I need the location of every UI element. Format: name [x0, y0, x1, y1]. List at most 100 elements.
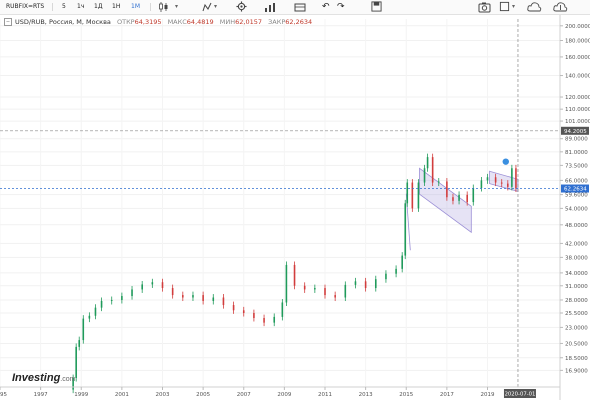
candle-body: [511, 168, 513, 187]
price-tick-label: 16.9000: [565, 368, 588, 374]
candle-body: [285, 264, 288, 303]
time-axis[interactable]: 1995 1997 1999 2001 2003 2005 2007 2009 2011 2013…: [0, 386, 560, 398]
candle-body: [344, 284, 347, 298]
candle-body: [385, 273, 387, 280]
price-tick-label: 54.0000: [565, 206, 588, 212]
logo-suffix: .com: [60, 376, 76, 383]
candle-body: [78, 340, 81, 347]
time-tick-label: 2019: [481, 392, 495, 398]
time-tick-label: 2017: [440, 392, 454, 398]
candle-body: [437, 181, 440, 183]
indicators-icon[interactable]: [264, 0, 276, 14]
candles: [72, 153, 517, 394]
price-tick-label: 23.0000: [565, 325, 588, 331]
candle-body: [171, 288, 174, 296]
open-label: ОТКР: [116, 18, 135, 26]
candle-body: [141, 284, 143, 290]
time-tick-label: 2013: [359, 392, 373, 398]
candle-body: [404, 203, 407, 256]
price-chart[interactable]: 94.20052020-07-0162.2634 200.0000180.000…: [0, 15, 590, 400]
toolbar: RUBFIX=RTS 5 1ч 1Д 1Н 1М ▾ ▾ ↶ ↷ ▾: [0, 0, 590, 15]
time-tick-label: 1999: [74, 392, 88, 398]
candle-body: [486, 177, 489, 181]
candle-body: [411, 182, 414, 209]
settings-icon[interactable]: [236, 0, 247, 14]
candlestick-icon[interactable]: [158, 0, 170, 14]
candle-body: [192, 295, 194, 298]
cloud-download-icon[interactable]: [527, 0, 542, 14]
candle-body: [334, 295, 336, 298]
candle-body: [324, 288, 326, 296]
line-style-icon[interactable]: [201, 0, 213, 14]
camera-icon[interactable]: [478, 0, 491, 14]
candle-body: [515, 168, 517, 189]
close-value: 62,2634: [285, 18, 313, 26]
chevron-down-icon[interactable]: ▾: [512, 0, 515, 14]
price-tick-label: 34.0000: [565, 271, 588, 277]
candle-body: [242, 310, 245, 314]
candle-body: [253, 313, 255, 319]
candle-body: [406, 182, 409, 204]
candle-body: [500, 182, 503, 184]
bar-chart-icon[interactable]: [294, 0, 306, 14]
cloud-upload-icon[interactable]: [553, 0, 568, 14]
candle-body: [161, 282, 164, 289]
interval-button[interactable]: 1ч: [77, 0, 84, 14]
chevron-down-icon[interactable]: ▾: [175, 0, 178, 14]
interval-button[interactable]: 1Д: [94, 0, 103, 14]
price-tick-label: 31.0000: [565, 284, 588, 290]
candle-body: [426, 157, 429, 169]
price-tick-label: 89.0000: [565, 137, 588, 143]
candle-body: [354, 281, 357, 285]
price-tick-label: 140.0000: [565, 74, 590, 80]
price-axis[interactable]: 200.0000 180.0000 160.0000 140.0000 120.0000…: [559, 15, 590, 400]
collapse-icon[interactable]: −: [4, 18, 12, 26]
candle-body: [88, 315, 91, 319]
price-tick-label: 200.0000: [565, 24, 590, 30]
price-tick-label: 180.0000: [565, 38, 590, 44]
price-tick-label: 42.0000: [565, 241, 588, 247]
interval-button[interactable]: 5: [62, 0, 66, 14]
fullscreen-icon[interactable]: [499, 0, 510, 14]
candle-body: [446, 181, 448, 198]
interval-button-active[interactable]: 1М: [131, 0, 140, 14]
symbol-selector[interactable]: RUBFIX=RTS: [6, 0, 44, 14]
candle-body: [458, 194, 460, 201]
candle-body: [431, 157, 434, 183]
candle-body: [281, 302, 284, 317]
price-tick-label: 20.5000: [565, 341, 588, 347]
price-tick-label: 160.0000: [565, 55, 590, 61]
redo-icon[interactable]: ↷: [337, 0, 345, 14]
candle-body: [423, 168, 426, 183]
candle-body: [314, 288, 316, 290]
time-tick-label: 2015: [399, 392, 413, 398]
price-tick-label: 38.0000: [565, 255, 588, 261]
interval-button[interactable]: 1Н: [112, 0, 120, 14]
toolbar-divider: [52, 3, 53, 11]
descending-channel-drawing[interactable]: [405, 158, 519, 251]
chevron-down-icon[interactable]: ▾: [214, 0, 217, 14]
logo-text: Investing: [12, 372, 61, 384]
candle-body: [151, 282, 154, 285]
time-tick-label: 2011: [318, 392, 332, 398]
price-tick-label: 59.6000: [565, 193, 588, 199]
save-icon[interactable]: [371, 0, 382, 14]
candle-body: [232, 305, 235, 311]
time-tick-label: 2009: [277, 392, 291, 398]
time-tick-label: 1997: [34, 392, 48, 398]
high-value: 64,4819: [186, 18, 214, 26]
undo-icon[interactable]: ↶: [322, 0, 330, 14]
price-tick-label: 28.0000: [565, 298, 588, 304]
series-legend: − USD/RUB, Россия, M, Москва ОТКР64,3195 …: [4, 18, 312, 26]
open-value: 64,3195: [134, 18, 162, 26]
candle-body: [94, 307, 97, 316]
price-tick-label: 66.0000: [565, 178, 588, 184]
candle-body: [494, 177, 497, 183]
price-tick-label: 48.0000: [565, 223, 588, 229]
candle-body: [273, 316, 276, 323]
candle-body: [364, 281, 367, 289]
crosshair-price-label: 94.2005: [564, 129, 587, 135]
channel-band: [419, 167, 472, 234]
candle-body: [472, 187, 475, 203]
low-label: МИН: [219, 18, 236, 26]
